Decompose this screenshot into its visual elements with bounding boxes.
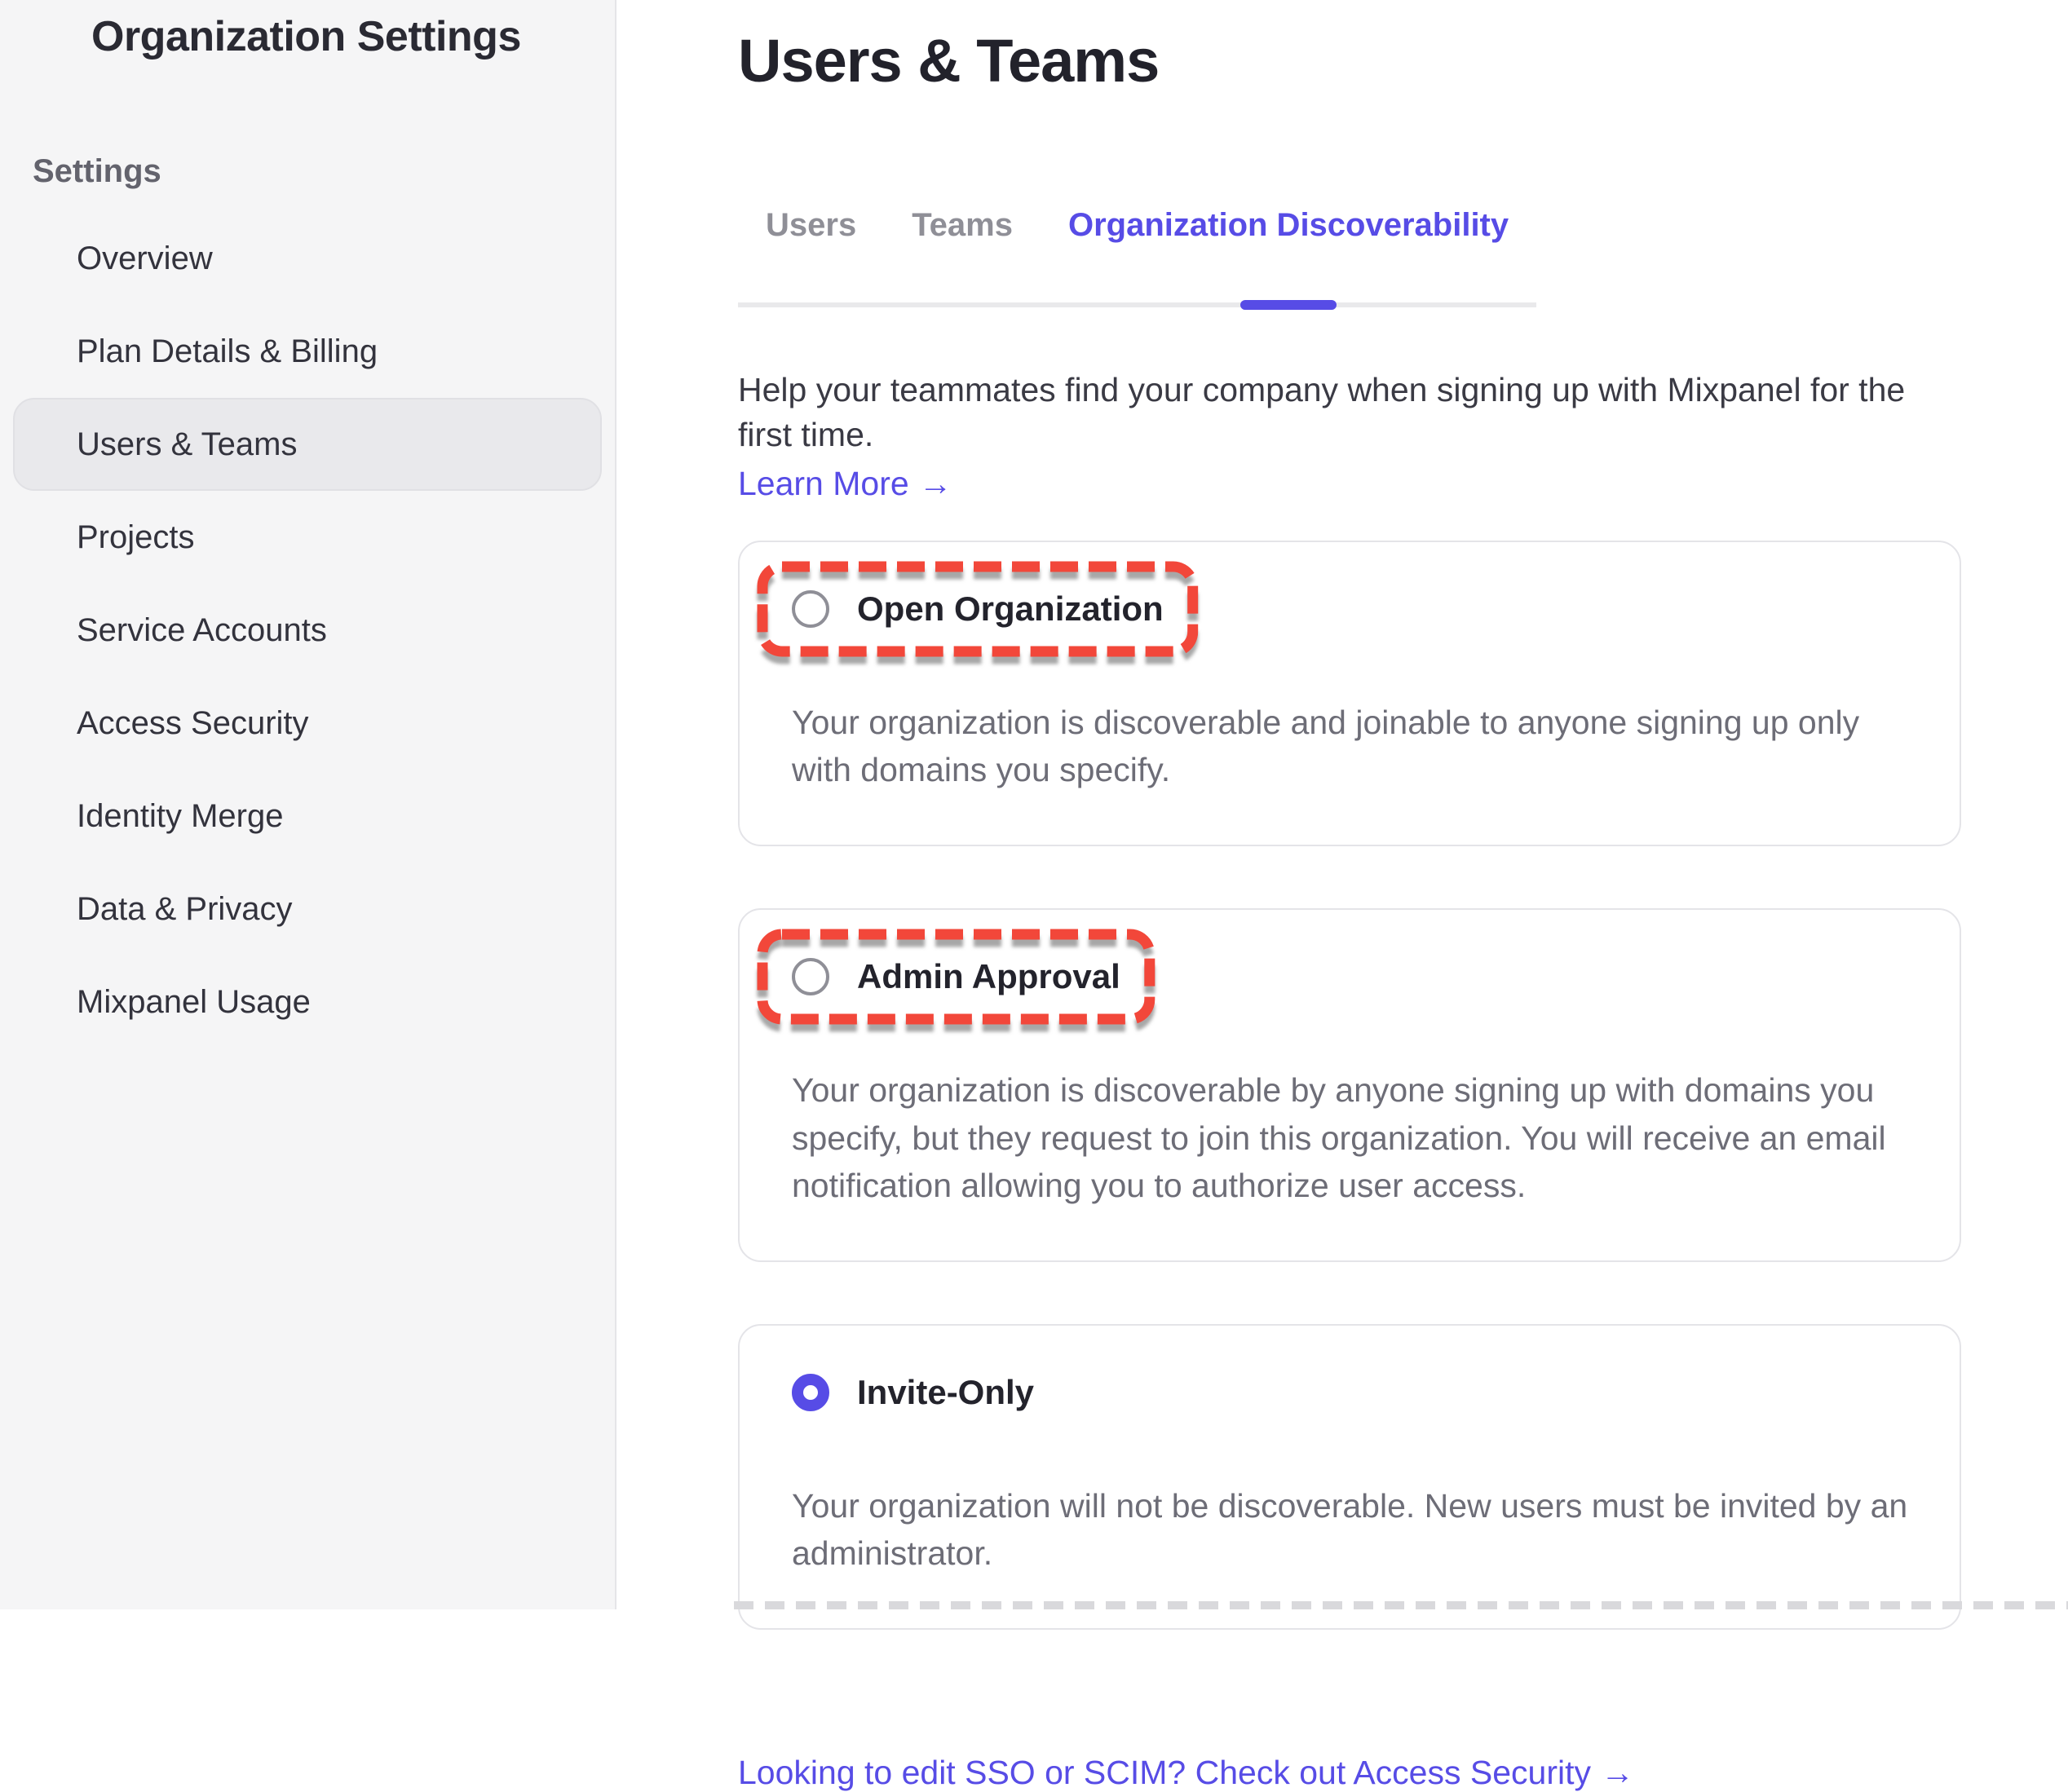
open-organization-label[interactable]: Open Organization: [857, 589, 1164, 629]
tab-bar: Users Teams Organization Discoverability: [738, 207, 1536, 307]
access-security-link-label: Looking to edit SSO or SCIM? Check out A…: [738, 1754, 1591, 1792]
sidebar-item-overview[interactable]: Overview: [13, 212, 602, 305]
arrow-right-icon: →: [919, 465, 952, 503]
intro-text: Help your teammates find your company wh…: [738, 368, 1959, 458]
discoverability-options: Open Organization Your organization is d…: [738, 541, 1961, 1630]
sidebar-item-service-accounts[interactable]: Service Accounts: [13, 584, 602, 677]
open-organization-description: Your organization is discoverable and jo…: [792, 699, 1909, 794]
sidebar-item-users-teams[interactable]: Users & Teams: [13, 398, 602, 491]
invite-only-radio[interactable]: [792, 1374, 829, 1411]
sidebar: Organization Settings Settings Overview …: [0, 0, 616, 1609]
arrow-right-icon: →: [1601, 1754, 1634, 1792]
sidebar-section-settings: Settings: [33, 153, 161, 190]
learn-more-label: Learn More: [738, 465, 909, 503]
open-organization-option[interactable]: Open Organization: [792, 589, 1164, 629]
admin-approval-description: Your organization is discoverable by any…: [792, 1066, 1909, 1210]
admin-approval-highlight-wrapper: Admin Approval: [792, 957, 1120, 996]
sidebar-item-data-privacy[interactable]: Data & Privacy: [13, 863, 602, 956]
sidebar-item-identity-merge[interactable]: Identity Merge: [13, 770, 602, 863]
admin-approval-radio[interactable]: [792, 958, 829, 995]
learn-more-link[interactable]: Learn More →: [738, 465, 952, 503]
bottom-divider: [734, 1601, 2068, 1609]
admin-approval-option[interactable]: Admin Approval: [792, 957, 1120, 996]
tab-teams[interactable]: Teams: [884, 207, 1041, 302]
admin-approval-label[interactable]: Admin Approval: [857, 957, 1120, 996]
main-content: Users & Teams Users Teams Organization D…: [616, 0, 2068, 1609]
open-organization-radio[interactable]: [792, 590, 829, 628]
access-security-link[interactable]: Looking to edit SSO or SCIM? Check out A…: [738, 1754, 1634, 1792]
sidebar-nav: Overview Plan Details & Billing Users & …: [0, 212, 615, 1048]
option-card-admin-approval: Admin Approval Your organization is disc…: [738, 908, 1961, 1262]
sidebar-item-access-security[interactable]: Access Security: [13, 677, 602, 770]
tab-users[interactable]: Users: [738, 207, 884, 302]
invite-only-description: Your organization will not be discoverab…: [792, 1482, 1909, 1578]
sidebar-item-projects[interactable]: Projects: [13, 491, 602, 584]
sidebar-title: Organization Settings: [91, 11, 521, 62]
option-card-invite-only: Invite-Only Your organization will not b…: [738, 1324, 1961, 1630]
sidebar-item-plan-details-billing[interactable]: Plan Details & Billing: [13, 305, 602, 398]
page-title: Users & Teams: [738, 31, 1959, 91]
option-card-open-organization: Open Organization Your organization is d…: [738, 541, 1961, 846]
invite-only-option[interactable]: Invite-Only: [792, 1373, 1034, 1412]
tab-organization-discoverability[interactable]: Organization Discoverability: [1041, 207, 1536, 302]
open-organization-highlight-wrapper: Open Organization: [792, 589, 1164, 629]
invite-only-label[interactable]: Invite-Only: [857, 1373, 1034, 1412]
sidebar-item-mixpanel-usage[interactable]: Mixpanel Usage: [13, 956, 602, 1048]
